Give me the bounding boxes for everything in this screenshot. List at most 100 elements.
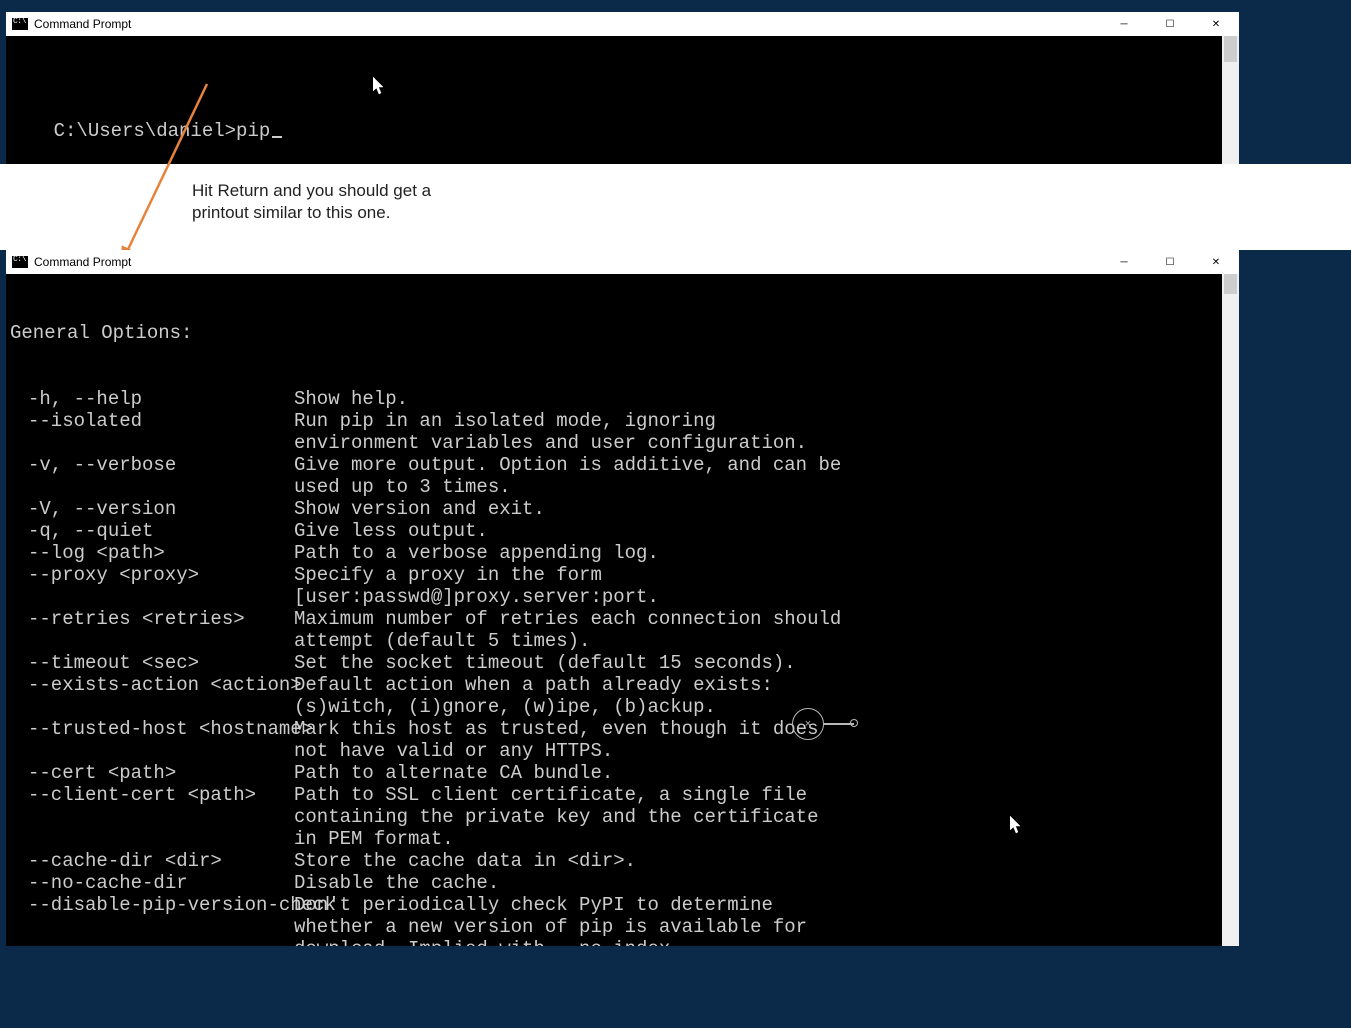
option-flag: --no-cache-dir: [8, 872, 294, 894]
scroll-thumb[interactable]: [1224, 274, 1237, 294]
option-description-line: Specify a proxy in the form: [294, 564, 1239, 586]
close-button[interactable]: ✕: [1193, 12, 1239, 36]
option-description: Give more output. Option is additive, an…: [294, 454, 1239, 498]
option-flag: -q, --quiet: [8, 520, 294, 542]
option-description-line: Maximum number of retries each connectio…: [294, 608, 1239, 630]
titlebar[interactable]: Command Prompt ─ ☐ ✕: [6, 12, 1239, 36]
option-description-line: used up to 3 times.: [294, 476, 1239, 498]
option-description-line: Disable the cache.: [294, 872, 1239, 894]
window-title: Command Prompt: [34, 255, 131, 269]
option-row: --cert <path>Path to alternate CA bundle…: [8, 762, 1239, 784]
option-description-line: not have valid or any HTTPS.: [294, 740, 1239, 762]
option-row: --client-cert <path>Path to SSL client c…: [8, 784, 1239, 850]
option-description-line: Default action when a path already exist…: [294, 674, 1239, 696]
option-description-line: Path to alternate CA bundle.: [294, 762, 1239, 784]
option-description-line: download. Implied with --no-index.: [294, 938, 1239, 946]
option-description-line: Show help.: [294, 388, 1239, 410]
options-header: General Options:: [8, 322, 1239, 344]
option-description: Run pip in an isolated mode, ignoringenv…: [294, 410, 1239, 454]
option-row: --retries <retries>Maximum number of ret…: [8, 608, 1239, 652]
maximize-button[interactable]: ☐: [1147, 12, 1193, 36]
minimize-button[interactable]: ─: [1101, 250, 1147, 274]
option-flag: -V, --version: [8, 498, 294, 520]
option-row: --exists-action <action>Default action w…: [8, 674, 1239, 718]
command-prompt-window-output: Command Prompt ─ ☐ ✕ General Options: -h…: [6, 250, 1239, 946]
instruction-strip: Hit Return and you should get a printout…: [0, 164, 1351, 250]
typed-command: pip: [236, 120, 270, 142]
option-description: Disable the cache.: [294, 872, 1239, 894]
command-prompt-window-input: Command Prompt ─ ☐ ✕ C:\Users\daniel>pip: [6, 12, 1239, 164]
option-row: -v, --verboseGive more output. Option is…: [8, 454, 1239, 498]
close-button[interactable]: ✕: [1193, 250, 1239, 274]
option-row: --timeout <sec>Set the socket timeout (d…: [8, 652, 1239, 674]
option-description: Show help.: [294, 388, 1239, 410]
option-description: Path to alternate CA bundle.: [294, 762, 1239, 784]
option-row: --cache-dir <dir>Store the cache data in…: [8, 850, 1239, 872]
option-description-line: Run pip in an isolated mode, ignoring: [294, 410, 1239, 432]
option-flag: -v, --verbose: [8, 454, 294, 498]
option-description: Mark this host as trusted, even though i…: [294, 718, 1239, 762]
option-description-line: in PEM format.: [294, 828, 1239, 850]
option-row: --isolatedRun pip in an isolated mode, i…: [8, 410, 1239, 454]
option-description-line: Store the cache data in <dir>.: [294, 850, 1239, 872]
option-flag: --trusted-host <hostname>: [8, 718, 294, 762]
option-description-line: Give more output. Option is additive, an…: [294, 454, 1239, 476]
option-flag: --exists-action <action>: [8, 674, 294, 718]
option-description: Default action when a path already exist…: [294, 674, 1239, 718]
option-row: --disable-pip-version-checkDon't periodi…: [8, 894, 1239, 946]
prompt-path: C:\Users\daniel>: [54, 120, 236, 142]
option-flag: --proxy <proxy>: [8, 564, 294, 608]
option-row: --log <path>Path to a verbose appending …: [8, 542, 1239, 564]
option-flag: --timeout <sec>: [8, 652, 294, 674]
instruction-line: Hit Return and you should get a: [192, 180, 1351, 202]
window-title: Command Prompt: [34, 17, 131, 31]
option-description-line: attempt (default 5 times).: [294, 630, 1239, 652]
option-description-line: Set the socket timeout (default 15 secon…: [294, 652, 1239, 674]
minimize-button[interactable]: ─: [1101, 12, 1147, 36]
option-flag: --retries <retries>: [8, 608, 294, 652]
option-flag: --disable-pip-version-check: [8, 894, 294, 946]
titlebar[interactable]: Command Prompt ─ ☐ ✕: [6, 250, 1239, 274]
option-description: Give less output.: [294, 520, 1239, 542]
option-row: -h, --helpShow help.: [8, 388, 1239, 410]
cmd-icon: [12, 18, 28, 30]
option-description: Set the socket timeout (default 15 secon…: [294, 652, 1239, 674]
scrollbar[interactable]: [1222, 274, 1239, 946]
option-description-line: Path to a verbose appending log.: [294, 542, 1239, 564]
option-description-line: whether a new version of pip is availabl…: [294, 916, 1239, 938]
terminal-body[interactable]: C:\Users\daniel>pip: [6, 36, 1239, 164]
option-row: -q, --quietGive less output.: [8, 520, 1239, 542]
option-flag: -h, --help: [8, 388, 294, 410]
option-row: -V, --versionShow version and exit.: [8, 498, 1239, 520]
terminal-body[interactable]: General Options: -h, --helpShow help.--i…: [6, 274, 1239, 946]
instruction-line: printout similar to this one.: [192, 202, 1351, 224]
scroll-thumb[interactable]: [1224, 36, 1237, 62]
option-row: --no-cache-dirDisable the cache.: [8, 872, 1239, 894]
option-description: Specify a proxy in the form[user:passwd@…: [294, 564, 1239, 608]
option-description-line: Mark this host as trusted, even though i…: [294, 718, 1239, 740]
option-description-line: (s)witch, (i)gnore, (w)ipe, (b)ackup.: [294, 696, 1239, 718]
cmd-icon: [12, 256, 28, 268]
scrollbar[interactable]: [1222, 36, 1239, 164]
option-description-line: [user:passwd@]proxy.server:port.: [294, 586, 1239, 608]
option-description-line: Show version and exit.: [294, 498, 1239, 520]
option-row: --proxy <proxy>Specify a proxy in the fo…: [8, 564, 1239, 608]
option-description: Don't periodically check PyPI to determi…: [294, 894, 1239, 946]
option-description-line: containing the private key and the certi…: [294, 806, 1239, 828]
option-description: Show version and exit.: [294, 498, 1239, 520]
option-description: Store the cache data in <dir>.: [294, 850, 1239, 872]
option-flag: --client-cert <path>: [8, 784, 294, 850]
option-flag: --cert <path>: [8, 762, 294, 784]
option-description-line: Don't periodically check PyPI to determi…: [294, 894, 1239, 916]
option-flag: --cache-dir <dir>: [8, 850, 294, 872]
option-description: Path to SSL client certificate, a single…: [294, 784, 1239, 850]
option-description: Path to a verbose appending log.: [294, 542, 1239, 564]
option-description-line: environment variables and user configura…: [294, 432, 1239, 454]
option-row: --trusted-host <hostname>Mark this host …: [8, 718, 1239, 762]
option-flag: --log <path>: [8, 542, 294, 564]
option-flag: --isolated: [8, 410, 294, 454]
maximize-button[interactable]: ☐: [1147, 250, 1193, 274]
text-caret: [272, 136, 282, 139]
option-description: Maximum number of retries each connectio…: [294, 608, 1239, 652]
option-description-line: Give less output.: [294, 520, 1239, 542]
